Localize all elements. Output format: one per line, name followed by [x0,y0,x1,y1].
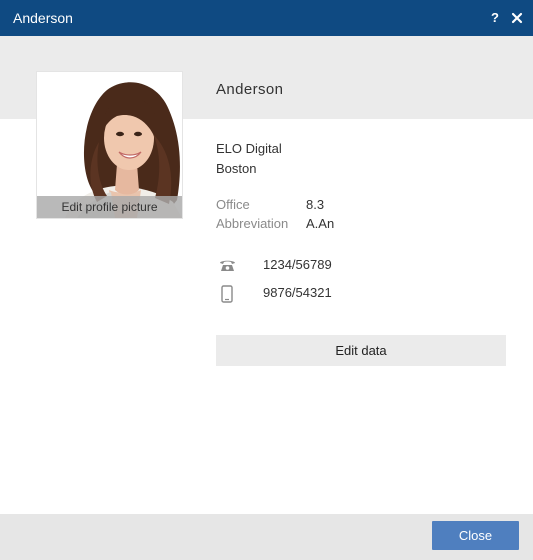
abbreviation-value: A.An [306,216,335,231]
company-city: Boston [216,161,257,176]
office-label: Office [216,197,250,212]
office-value: 8.3 [306,197,325,212]
dialog-footer: Close [0,514,533,560]
title-bar: Anderson ? [0,0,533,36]
phone-number: 1234/56789 [263,257,332,272]
close-icon[interactable] [510,8,524,26]
window-title: Anderson [13,10,73,26]
edit-profile-picture-button[interactable]: Edit profile picture [37,196,182,218]
mobile-phone-icon [221,285,233,308]
mobile-number: 9876/54321 [263,285,332,300]
help-button[interactable]: ? [491,10,499,25]
company-name: ELO Digital [216,141,282,156]
close-button[interactable]: Close [432,521,519,550]
telephone-icon [219,258,236,277]
profile-picture[interactable]: Edit profile picture [37,72,182,218]
edit-data-button[interactable]: Edit data [216,335,506,366]
abbreviation-label: Abbreviation [216,216,289,231]
company-block: ELO Digital Boston [216,139,282,179]
profile-name: Anderson [216,81,284,98]
